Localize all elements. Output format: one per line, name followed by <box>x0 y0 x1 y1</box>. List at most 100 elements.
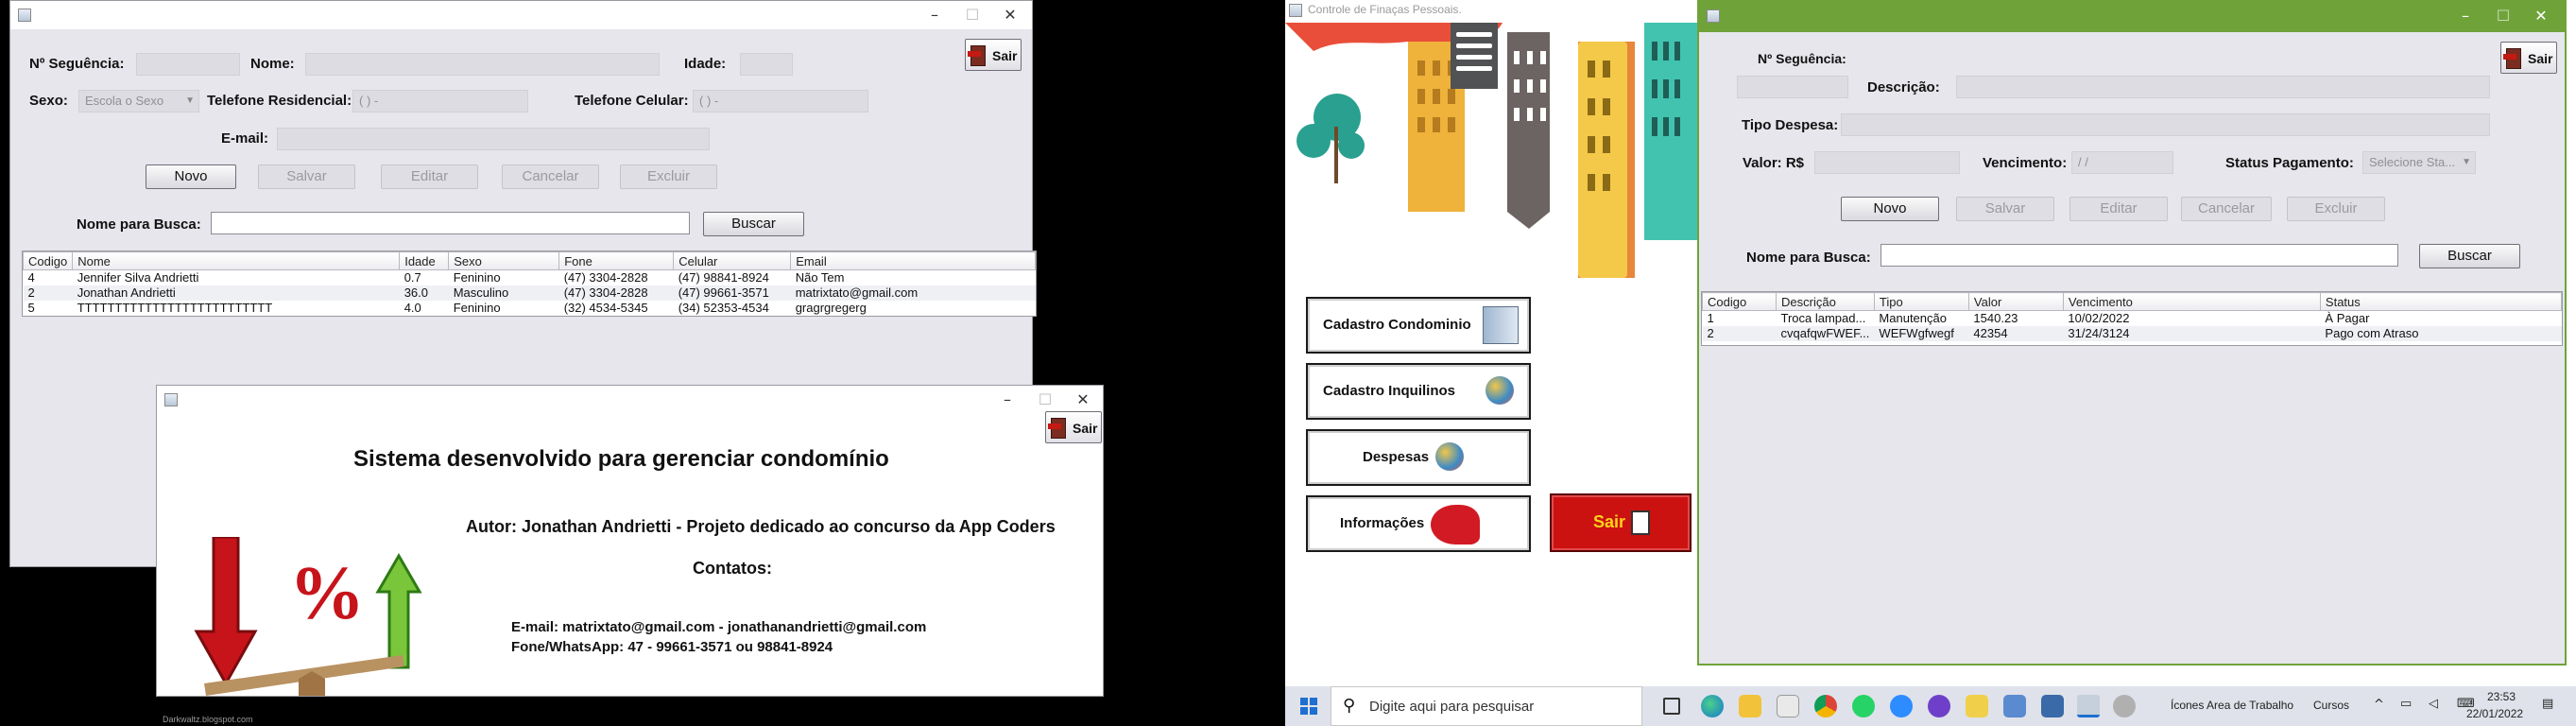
editar-button[interactable]: Editar <box>2069 197 2168 221</box>
table-row[interactable]: 1 Troca lampad... Manutenção 1540.23 10/02/2… <box>1703 311 2562 326</box>
buscar-button[interactable]: Buscar <box>703 212 804 236</box>
app-icon[interactable] <box>2041 695 2064 717</box>
status-select[interactable]: Selecione Sta... ▼ <box>2362 151 2476 174</box>
close-icon[interactable]: ✕ <box>996 5 1024 26</box>
store-icon[interactable] <box>1777 695 1799 717</box>
exit-door-icon <box>1631 510 1650 535</box>
cancelar-button[interactable]: Cancelar <box>2181 197 2272 221</box>
seq-field[interactable] <box>1737 76 1848 98</box>
minimize-icon[interactable]: – <box>920 5 949 26</box>
column-header[interactable]: Vencimento <box>2062 292 2321 311</box>
excluir-button[interactable]: Excluir <box>2287 197 2385 221</box>
busca-input[interactable] <box>1880 244 2398 267</box>
minimize-icon[interactable]: – <box>993 389 1022 410</box>
salvar-button[interactable]: Salvar <box>258 164 355 189</box>
nome-field[interactable] <box>305 53 660 76</box>
column-header[interactable]: Fone <box>558 251 675 270</box>
chrome-icon[interactable] <box>1814 695 1837 717</box>
column-header[interactable]: Celular <box>673 251 792 270</box>
idade-field[interactable] <box>740 53 793 76</box>
sair-button[interactable]: Sair <box>1045 411 1102 443</box>
sair-label: Sair <box>992 48 1018 63</box>
column-header[interactable]: Status <box>2319 292 2563 311</box>
salvar-button[interactable]: Salvar <box>1956 197 2054 221</box>
excluir-button[interactable]: Excluir <box>620 164 717 189</box>
edge-icon[interactable] <box>1701 695 1724 717</box>
whatsapp-icon[interactable] <box>1852 695 1875 717</box>
column-header[interactable]: Codigo <box>22 251 74 270</box>
valor-label: Valor: R$ <box>1743 155 1805 171</box>
column-header[interactable]: Tipo <box>1873 292 1969 311</box>
app-icon[interactable] <box>2003 695 2026 717</box>
column-header[interactable]: Idade <box>399 251 450 270</box>
tel-cel-field[interactable]: ( ) - <box>693 90 868 112</box>
maximize-icon[interactable]: ☐ <box>1031 389 1059 410</box>
menu-cadastro-condominio-button[interactable]: Cadastro Condominio <box>1306 297 1531 354</box>
toolbar-desktop-icons[interactable]: Ícones Area de Trabalho <box>2171 699 2293 712</box>
task-view-icon[interactable] <box>1663 698 1680 715</box>
cancelar-button[interactable]: Cancelar <box>502 164 599 189</box>
clock-time[interactable]: 23:53 <box>2487 690 2516 703</box>
app-icon[interactable] <box>1966 695 1988 717</box>
table-header-row: Codigo Nome Idade Sexo Fone Celular Emai… <box>22 251 1036 270</box>
despesas-table: Codigo Descrição Tipo Valor Vencimento S… <box>1702 292 2563 341</box>
editar-button[interactable]: Editar <box>381 164 478 189</box>
close-icon[interactable]: ✕ <box>1069 389 1097 410</box>
novo-button[interactable]: Novo <box>1841 197 1939 221</box>
column-header[interactable]: Email <box>790 251 1036 270</box>
menu-informacoes-button[interactable]: Informações <box>1306 495 1531 552</box>
seq-field[interactable] <box>136 53 240 76</box>
info-icon <box>1431 505 1480 544</box>
table-row[interactable]: 4 Jennifer Silva Andrietti 0.7 Feninino (47)… <box>24 270 1036 285</box>
main-sair-button[interactable]: Sair <box>1550 493 1692 552</box>
vencimento-field[interactable]: / / <box>2071 151 2173 174</box>
toolbar-cursos[interactable]: Cursos <box>2313 699 2349 712</box>
maximize-icon[interactable]: ☐ <box>2489 6 2517 26</box>
despesas-table-area: Codigo Descrição Tipo Valor Vencimento S… <box>1701 291 2563 346</box>
network-icon[interactable]: ▭ <box>2400 697 2412 711</box>
busca-input[interactable] <box>211 212 690 234</box>
descricao-field[interactable] <box>1956 76 2490 98</box>
about-heading: Sistema desenvolvido para gerenciar cond… <box>353 446 889 472</box>
sair-button[interactable]: Sair <box>965 39 1022 71</box>
notification-icon[interactable]: ▤ <box>2542 697 2553 711</box>
building-icon <box>1483 306 1519 344</box>
maximize-icon[interactable]: ☐ <box>958 5 987 26</box>
speaker-icon[interactable]: ◁ <box>2429 697 2438 711</box>
settings-icon[interactable] <box>2113 695 2136 717</box>
close-icon[interactable]: ✕ <box>2527 6 2555 26</box>
column-header[interactable]: Nome <box>72 251 401 270</box>
sexo-select[interactable]: Escola o Sexo ▼ <box>78 90 199 112</box>
about-author: Autor: Jonathan Andrietti - Projeto dedi… <box>466 517 1056 536</box>
clock-date[interactable]: 22/01/2022 <box>2466 707 2523 720</box>
percent-symbol: % <box>289 552 365 635</box>
email-field[interactable] <box>277 128 710 150</box>
tipo-field[interactable] <box>1841 113 2490 136</box>
taskbar-search-box[interactable]: ⚲ Digite aqui para pesquisar <box>1331 686 1642 726</box>
menu-cadastro-inquilinos-button[interactable]: Cadastro Inquilinos <box>1306 363 1531 420</box>
chevron-up-icon[interactable]: ^ <box>2374 698 2384 712</box>
sexo-select-value: Escola o Sexo <box>85 94 164 108</box>
minimize-icon[interactable]: – <box>2451 6 2480 26</box>
menu-despesas-button[interactable]: Despesas <box>1306 429 1531 486</box>
zoom-icon[interactable] <box>1890 695 1913 717</box>
java-app-icon[interactable] <box>2077 695 2100 717</box>
column-header[interactable]: Codigo <box>1702 292 1777 311</box>
valor-field[interactable] <box>1814 151 1960 174</box>
table-row[interactable]: 2 Jonathan Andrietti 36.0 Masculino (47) 330… <box>23 285 1036 301</box>
table-row[interactable]: 5 TTTTTTTTTTTTTTTTTTTTTTTTTT 4.0 Feninino (3… <box>24 301 1036 316</box>
column-header[interactable]: Descrição <box>1776 292 1875 311</box>
github-icon[interactable] <box>1928 695 1950 717</box>
windows-start-icon[interactable] <box>1300 698 1317 715</box>
tel-res-field[interactable]: ( ) - <box>352 90 528 112</box>
column-header[interactable]: Sexo <box>448 251 560 270</box>
sair-button[interactable]: Sair <box>2500 42 2557 74</box>
java-icon <box>18 9 31 22</box>
table-row[interactable]: 2 cvqafqwFWEF... WEFWgfwegf 42354 31/24/3124… <box>1702 325 2562 341</box>
column-header[interactable]: Valor <box>1967 292 2064 311</box>
busca-label: Nome para Busca: <box>1746 250 1871 266</box>
chevron-down-icon: ▼ <box>2462 157 2471 167</box>
novo-button[interactable]: Novo <box>146 164 236 189</box>
folder-icon[interactable] <box>1739 695 1761 717</box>
buscar-button[interactable]: Buscar <box>2419 244 2520 268</box>
